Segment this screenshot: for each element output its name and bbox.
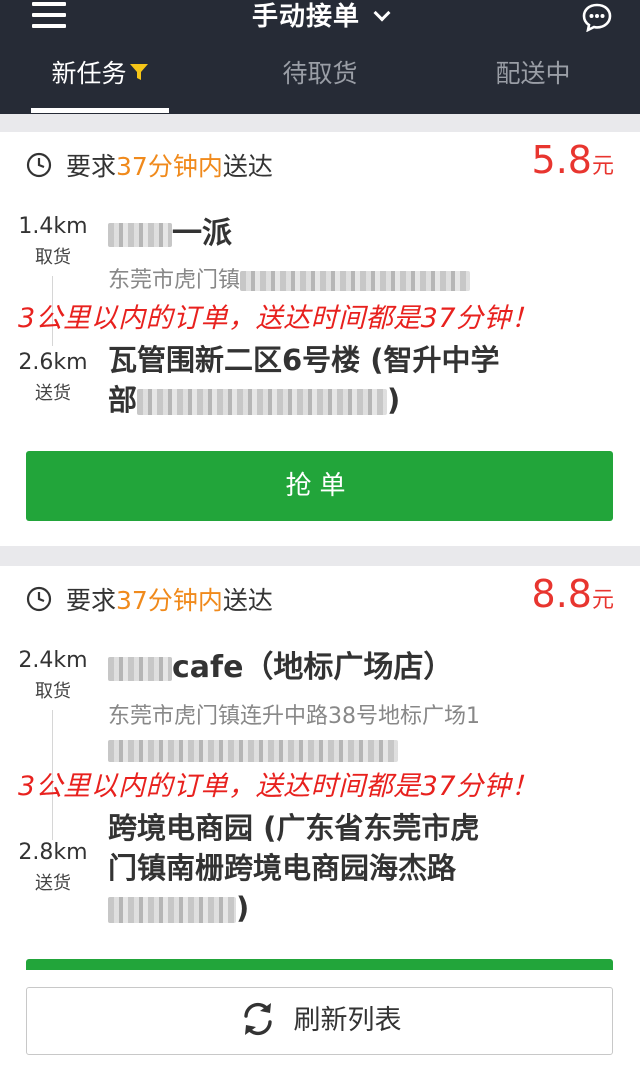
shop-address: 东莞市虎门镇连升中路38号地标广场1 bbox=[108, 698, 480, 763]
refresh-icon bbox=[243, 1002, 272, 1035]
shop-name: cafe（地标广场店） bbox=[108, 642, 453, 686]
delivery-requirement: 要求37分钟内送达 bbox=[66, 152, 273, 181]
pickup-distance: 2.4km 取货 bbox=[18, 648, 88, 702]
grab-order-button[interactable]: 抢单 bbox=[26, 451, 613, 521]
order-card: 要求37分钟内送达 5.8元 1.4km 取货 一派 东莞市虎门镇 3公里以内的… bbox=[0, 132, 640, 546]
delivery-requirement: 要求37分钟内送达 bbox=[66, 586, 273, 615]
clock-icon bbox=[26, 152, 52, 178]
order-price: 5.8元 bbox=[531, 138, 614, 182]
delivery-distance: 2.6km 送货 bbox=[18, 350, 88, 404]
message-icon[interactable] bbox=[581, 2, 613, 33]
delivery-distance: 2.8km 送货 bbox=[18, 840, 88, 894]
order-card: 要求37分钟内送达 8.8元 2.4km 取货 cafe（地标广场店） 东莞市虎… bbox=[0, 566, 640, 989]
redacted-text bbox=[240, 271, 471, 291]
delivery-address: 跨境电商园 (广东省东莞市虎 门镇南栅跨境电商园海杰路 ) bbox=[108, 811, 480, 925]
tab-label: 新任务 bbox=[51, 59, 127, 88]
active-tab-indicator bbox=[31, 108, 169, 113]
shop-address: 东莞市虎门镇 bbox=[108, 262, 471, 294]
mode-selector[interactable]: 手动接单 bbox=[0, 0, 640, 32]
delivery-notice: 3公里以内的订单，送达时间都是37分钟！ bbox=[18, 771, 539, 802]
bottom-bar: 刷新列表 bbox=[0, 970, 640, 1068]
refresh-list-button[interactable]: 刷新列表 bbox=[26, 987, 613, 1055]
shop-name: 一派 bbox=[108, 208, 232, 252]
tab-bar: 新任务 待取货 配送中 bbox=[0, 52, 640, 114]
tab-label: 配送中 bbox=[495, 59, 571, 88]
filter-icon[interactable] bbox=[129, 62, 149, 82]
tab-delivering[interactable]: 配送中 bbox=[463, 52, 603, 114]
clock-icon bbox=[26, 586, 52, 612]
delivery-notice: 3公里以内的订单，送达时间都是37分钟！ bbox=[18, 303, 539, 334]
page-title: 手动接单 bbox=[251, 2, 360, 32]
tab-pending-pickup[interactable]: 待取货 bbox=[250, 52, 390, 114]
redacted-text bbox=[108, 656, 172, 681]
tab-label: 待取货 bbox=[282, 59, 358, 88]
chevron-down-icon bbox=[373, 4, 391, 22]
refresh-label: 刷新列表 bbox=[293, 1005, 402, 1036]
order-price: 8.8元 bbox=[531, 572, 614, 616]
redacted-text bbox=[108, 897, 236, 923]
redacted-text bbox=[137, 389, 388, 415]
app-header: 手动接单 新任务 待取货 配送中 bbox=[0, 0, 640, 114]
delivery-address: 瓦管围新二区6号楼 (智升中学 部) bbox=[108, 343, 500, 417]
redacted-text bbox=[108, 740, 398, 762]
pickup-distance: 1.4km 取货 bbox=[18, 214, 88, 268]
tab-new-tasks[interactable]: 新任务 bbox=[31, 52, 169, 114]
redacted-text bbox=[108, 222, 172, 247]
